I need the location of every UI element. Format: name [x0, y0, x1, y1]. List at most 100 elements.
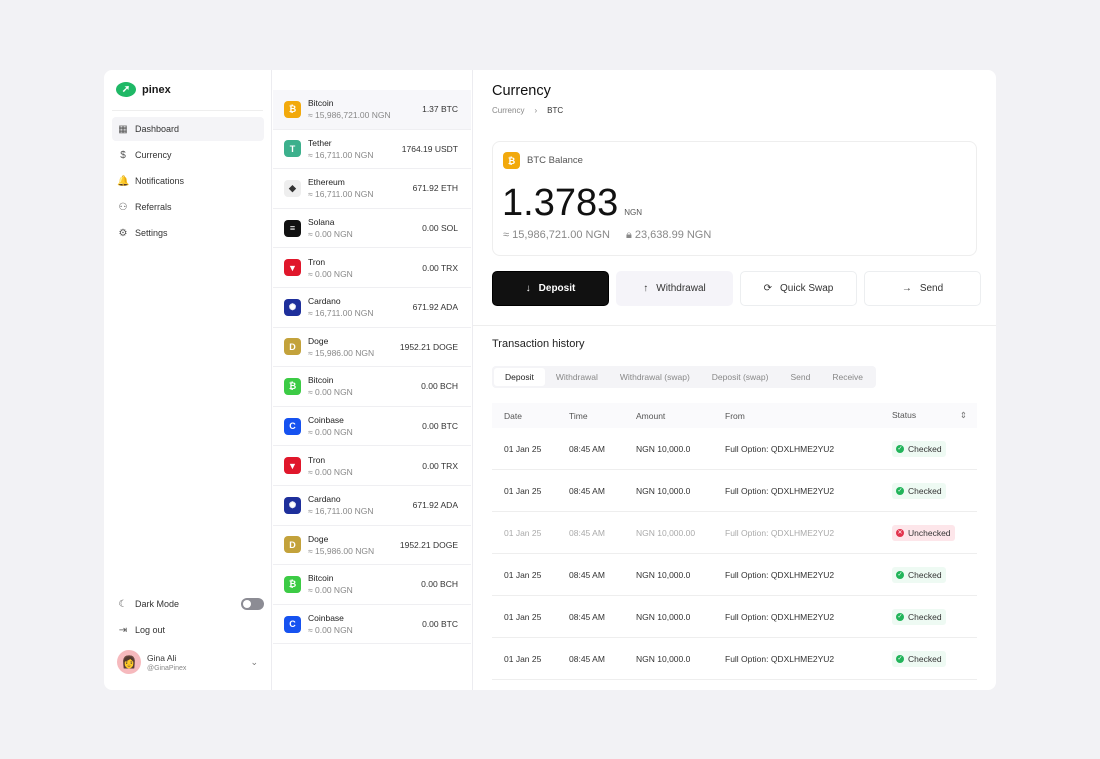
sidebar-item-settings[interactable]: ⚙Settings — [112, 221, 264, 245]
tab-deposit-swap[interactable]: Deposit (swap) — [701, 368, 780, 386]
solana-icon: ≡ — [284, 220, 301, 237]
coin-item[interactable]: ₿Bitcoin≈ 0.00 NGN0.00 BCH — [273, 367, 471, 407]
coin-ngn-value: ≈ 0.00 NGN — [308, 387, 353, 397]
table-row[interactable]: 01 Jan 2508:45 AMNGN 10,000.0Full Option… — [492, 554, 977, 596]
cell-time: 08:45 AM — [569, 444, 636, 454]
sidebar-item-dashboard[interactable]: ▦Dashboard — [112, 117, 264, 141]
coin-name: Solana — [308, 217, 353, 227]
coin-amount: 671.92 ADA — [413, 302, 458, 312]
coin-item[interactable]: ◆Ethereum≈ 16,711.00 NGN671.92 ETH — [273, 169, 471, 209]
avatar: 👩 — [117, 650, 141, 674]
table-row[interactable]: 01 Jan 2508:45 AMNGN 10,000.0Full Option… — [492, 470, 977, 512]
dark-mode-toggle[interactable] — [241, 598, 264, 610]
chevron-down-icon[interactable]: ⌄ — [250, 657, 258, 668]
coin-amount: 0.00 TRX — [422, 263, 458, 273]
tab-withdrawal-swap[interactable]: Withdrawal (swap) — [609, 368, 701, 386]
table-row[interactable]: 01 Jan 2508:45 AMNGN 10,000.0Full Option… — [492, 596, 977, 638]
bell-icon: 🔔 — [117, 176, 129, 187]
deposit-button[interactable]: ↓Deposit — [492, 271, 609, 306]
coin-item[interactable]: ✺Cardano≈ 16,711.00 NGN671.92 ADA — [273, 288, 471, 328]
cell-date: 01 Jan 25 — [504, 612, 569, 622]
user-menu[interactable]: 👩Gina Ali@GinaPinex⌄ — [112, 650, 264, 674]
coin-item[interactable]: ▼Tron≈ 0.00 NGN0.00 TRX — [273, 446, 471, 486]
logout-button[interactable]: ⇥Log out — [112, 618, 264, 642]
coin-item[interactable]: ₿Bitcoin≈ 15,986,721.00 NGN1.37 BTC — [273, 90, 471, 130]
coin-item[interactable]: CCoinbase≈ 0.00 NGN0.00 BTC — [273, 605, 471, 645]
withdrawal-button[interactable]: ↑Withdrawal — [616, 271, 733, 306]
arrow-down-icon: ↓ — [526, 283, 531, 294]
cell-time: 08:45 AM — [569, 612, 636, 622]
cell-time: 08:45 AM — [569, 654, 636, 664]
coin-item[interactable]: ₿Bitcoin≈ 0.00 NGN0.00 BCH — [273, 565, 471, 605]
bitcoin-icon: ₿ — [284, 101, 301, 118]
coin-ngn-value: ≈ 0.00 NGN — [308, 427, 353, 437]
coinbase-icon: C — [284, 418, 301, 435]
cell-amount: NGN 10,000.0 — [636, 444, 725, 454]
sidebar-item-label: Settings — [135, 228, 168, 238]
column-label: Time — [569, 411, 588, 421]
divider — [112, 110, 263, 111]
coin-item[interactable]: DDoge≈ 15,986.00 NGN1952.21 DOGE — [273, 328, 471, 368]
column-header[interactable]: Status⇕ — [892, 410, 977, 421]
breadcrumb-currency[interactable]: Currency — [492, 106, 524, 115]
logo[interactable]: ➚pinex — [116, 82, 171, 97]
coin-amount: 671.92 ETH — [413, 183, 458, 193]
cell-from: Full Option: QDXLHME2YU2 — [725, 654, 892, 664]
cell-from: Full Option: QDXLHME2YU2 — [725, 528, 892, 538]
main-panel: Currency Currency›BTC ₿BTC Balance 1.378… — [472, 70, 996, 690]
chevron-right-icon: › — [534, 106, 537, 115]
coin-amount: 0.00 BCH — [421, 381, 458, 391]
coin-item[interactable]: ≡ Solana ≈ 0.00 NGN 0.00 SOL — [273, 209, 471, 249]
sidebar-item-notifications[interactable]: 🔔Notifications — [112, 169, 264, 193]
coin-amount: 0.00 BTC — [422, 619, 458, 629]
coin-item[interactable]: TTether≈ 16,711.00 NGN1764.19 USDT — [273, 130, 471, 170]
table-row[interactable]: 01 Jan 2508:45 AMNGN 10,000.00Full Optio… — [492, 512, 977, 554]
coin-item[interactable]: ✺Cardano≈ 16,711.00 NGN671.92 ADA — [273, 486, 471, 526]
coin-item[interactable]: DDoge≈ 15,986.00 NGN1952.21 DOGE — [273, 526, 471, 566]
doge-icon: D — [284, 338, 301, 355]
coin-ngn-value: ≈ 15,986,721.00 NGN — [308, 110, 391, 120]
quick-swap-button[interactable]: ⟳Quick Swap — [740, 271, 857, 306]
coin-ngn-value: ≈ 0.00 NGN — [308, 269, 353, 279]
column-header: Time — [569, 411, 636, 421]
sort-icon[interactable]: ⇕ — [960, 410, 967, 421]
status-label: Unchecked — [908, 528, 951, 538]
status-badge: ✓Checked — [892, 651, 946, 667]
tab-deposit[interactable]: Deposit — [494, 368, 545, 386]
sidebar-item-currency[interactable]: $Currency — [112, 143, 264, 167]
history-tabs: DepositWithdrawalWithdrawal (swap)Deposi… — [492, 366, 876, 388]
status-badge: ✕Unchecked — [892, 525, 955, 541]
cell-date: 01 Jan 25 — [504, 444, 569, 454]
send-button[interactable]: →Send — [864, 271, 981, 306]
coin-ngn-value: ≈ 0.00 NGN — [308, 229, 353, 239]
coin-name: Doge — [308, 336, 374, 346]
bitcoin-icon: ₿ — [503, 152, 520, 169]
coin-name: Tron — [308, 257, 353, 267]
tab-receive[interactable]: Receive — [821, 368, 874, 386]
coin-amount: 0.00 SOL — [422, 223, 458, 233]
cell-amount: NGN 10,000.0 — [636, 654, 725, 664]
status-label: Checked — [908, 486, 942, 496]
column-header: Amount — [636, 411, 725, 421]
coin-ngn-value: ≈ 0.00 NGN — [308, 625, 353, 635]
column-label: Amount — [636, 411, 665, 421]
tab-withdrawal[interactable]: Withdrawal — [545, 368, 609, 386]
cell-time: 08:45 AM — [569, 486, 636, 496]
coin-ngn-value: ≈ 0.00 NGN — [308, 467, 353, 477]
status-label: Checked — [908, 612, 942, 622]
coin-item[interactable]: ▼Tron≈ 0.00 NGN0.00 TRX — [273, 248, 471, 288]
coin-item[interactable]: CCoinbase≈ 0.00 NGN0.00 BTC — [273, 407, 471, 447]
balance-unit: NGN — [624, 208, 642, 217]
brand-name: pinex — [142, 84, 171, 96]
action-buttons: ↓Deposit↑Withdrawal⟳Quick Swap→Send — [492, 271, 981, 306]
button-label: Quick Swap — [780, 283, 833, 294]
sidebar-item-referrals[interactable]: ⚇Referrals — [112, 195, 264, 219]
check-circle-icon: ✓ — [896, 571, 904, 579]
table-row[interactable]: 01 Jan 2508:45 AMNGN 10,000.0Full Option… — [492, 428, 977, 470]
moon-icon: ☾ — [117, 599, 129, 610]
tab-send[interactable]: Send — [779, 368, 821, 386]
logout-label: Log out — [135, 625, 165, 635]
table-row[interactable]: 01 Jan 2508:45 AMNGN 10,000.0Full Option… — [492, 638, 977, 680]
coin-name: Coinbase — [308, 415, 353, 425]
coin-name: Bitcoin — [308, 98, 391, 108]
